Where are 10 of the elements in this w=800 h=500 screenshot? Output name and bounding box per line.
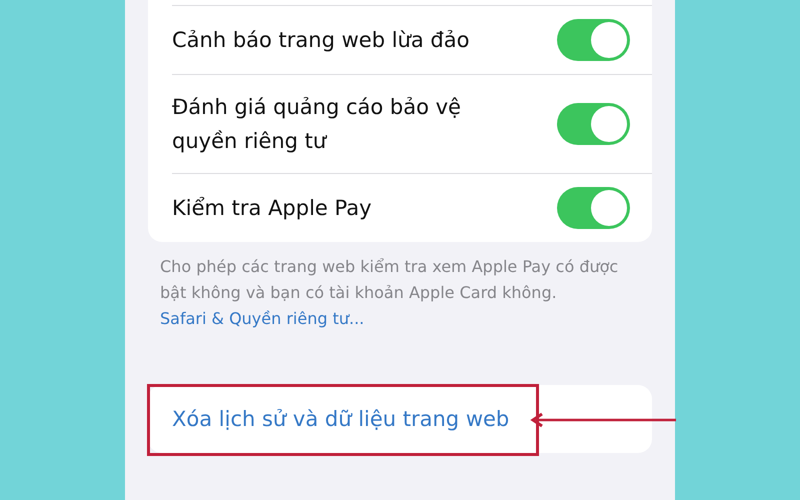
toggle-switch[interactable] [557, 187, 630, 229]
toggle-switch[interactable] [557, 103, 630, 145]
privacy-link[interactable]: Safari & Quyền riêng tư... [160, 306, 640, 332]
clear-history-button[interactable]: Xóa lịch sử và dữ liệu trang web [148, 385, 652, 453]
arrow-icon [530, 412, 676, 428]
setting-label: Kiểm tra Apple Pay [172, 195, 372, 222]
setting-label: Cảnh báo trang web lừa đảo [172, 27, 470, 54]
toggle-switch[interactable] [557, 19, 630, 61]
setting-label: Đánh giá quảng cáo bảo vệ quyền riêng tư [172, 94, 462, 155]
footer-text: Cho phép các trang web kiểm tra xem Apple Pay có được bật không và bạn có tài khoản Apple Card không. [160, 256, 620, 304]
